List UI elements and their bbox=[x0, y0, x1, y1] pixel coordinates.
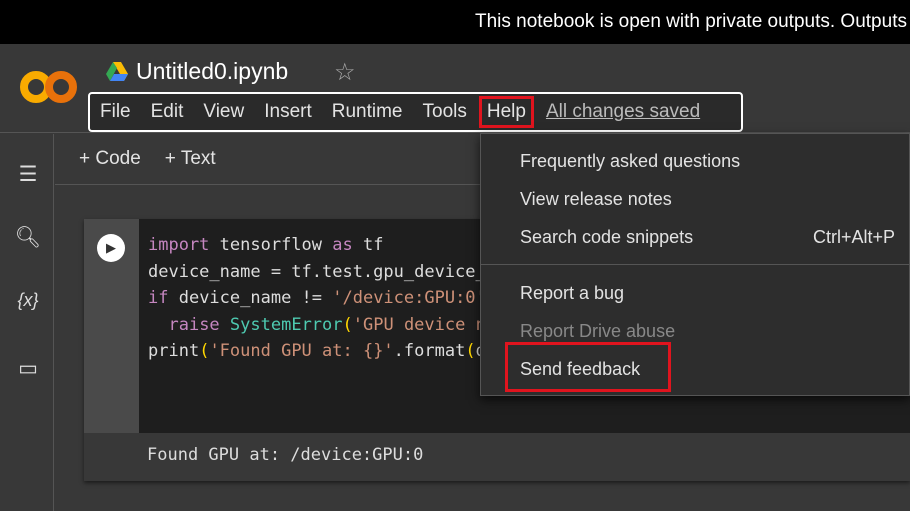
help-dropdown-menu: Frequently asked questions View release … bbox=[480, 133, 910, 396]
menu-insert[interactable]: Insert bbox=[264, 101, 312, 123]
private-outputs-banner: This notebook is open with private outpu… bbox=[0, 0, 910, 44]
menu-edit[interactable]: Edit bbox=[151, 101, 184, 123]
menu-item-report-drive-abuse: Report Drive abuse bbox=[520, 321, 676, 341]
cell-gutter: ▶ bbox=[84, 219, 139, 433]
add-text-button[interactable]: + Text bbox=[165, 148, 216, 170]
menu-view[interactable]: View bbox=[203, 101, 244, 123]
shortcut-label: Ctrl+Alt+P bbox=[812, 227, 895, 247]
menu-runtime[interactable]: Runtime bbox=[332, 101, 403, 123]
menu-file[interactable]: File bbox=[100, 101, 131, 123]
menu-bar: File Edit View Insert Runtime Tools Help… bbox=[88, 92, 743, 132]
menu-item-report-bug[interactable]: Report a bug bbox=[520, 283, 624, 304]
menu-divider bbox=[481, 264, 910, 265]
folder-icon[interactable]: ▭ bbox=[14, 356, 42, 381]
add-code-button[interactable]: + Code bbox=[79, 148, 141, 170]
header: Untitled0.ipynb ☆ File Edit View Insert … bbox=[0, 44, 910, 133]
run-cell-button[interactable]: ▶ bbox=[97, 234, 125, 262]
table-of-contents-icon[interactable]: ☰ bbox=[14, 162, 42, 187]
search-icon[interactable]: 🔍︎ bbox=[14, 226, 42, 250]
menu-item-faq[interactable]: Frequently asked questions bbox=[520, 151, 740, 172]
variables-icon[interactable]: {x} bbox=[14, 290, 42, 311]
star-icon[interactable]: ☆ bbox=[334, 58, 356, 87]
menu-item-send-feedback[interactable]: Send feedback bbox=[520, 359, 640, 380]
menu-tools[interactable]: Tools bbox=[423, 101, 467, 123]
menu-help[interactable]: Help bbox=[478, 96, 534, 128]
sidebar: ☰ 🔍︎ {x} ▭ bbox=[0, 134, 54, 511]
drive-icon bbox=[106, 62, 128, 81]
notebook-title[interactable]: Untitled0.ipynb bbox=[136, 58, 288, 85]
colab-logo[interactable] bbox=[20, 70, 78, 104]
menu-item-release-notes[interactable]: View release notes bbox=[520, 189, 672, 210]
save-status-link[interactable]: All changes saved bbox=[546, 101, 700, 123]
cell-output: Found GPU at: /device:GPU:0 bbox=[84, 433, 910, 481]
menu-item-search-snippets[interactable]: Search code snippets bbox=[520, 227, 693, 248]
